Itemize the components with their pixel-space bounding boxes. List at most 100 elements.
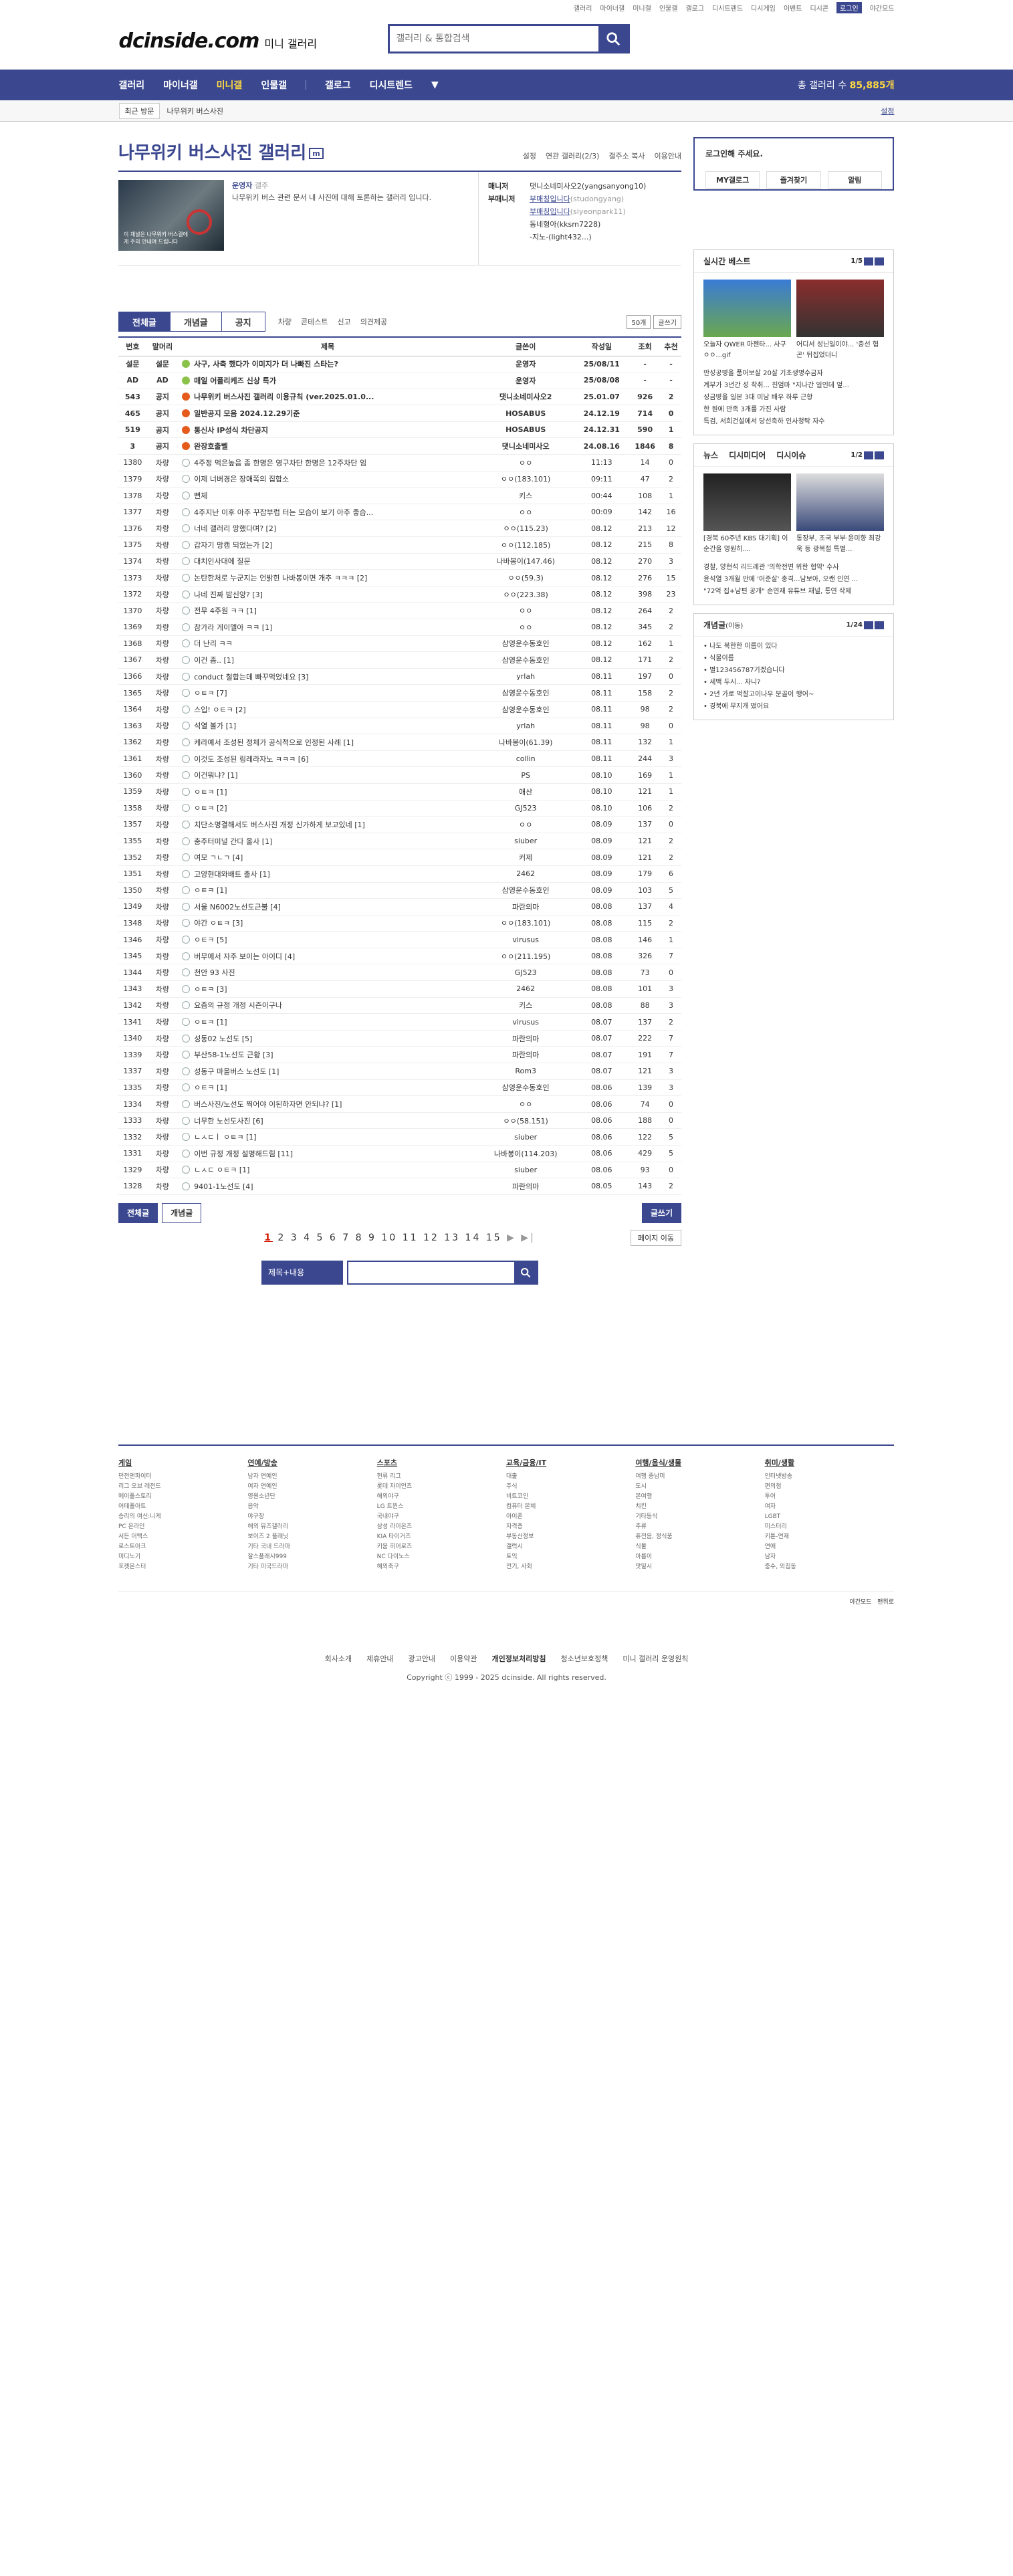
nav-item[interactable]: 인물갤: [261, 78, 287, 92]
table-row[interactable]: 1355 차량 충주터미널 간다 올사 [1] siuber 08.09 121 2: [118, 833, 681, 850]
post-writer[interactable]: 키스: [477, 487, 574, 504]
table-row[interactable]: 1375 차량 갑자기 망캠 되었는가 [2] ㅇㅇ(112.185) 08.12 215…: [118, 536, 681, 554]
post-title-text[interactable]: ㅇㅌㅋ [1]: [194, 886, 227, 895]
footer-link[interactable]: 승리의 여신:니케: [118, 1512, 247, 1522]
table-row[interactable]: 1357 차량 치단소명결해서도 버스사진 개정 신가하게 보고있네 [1] ㅇㅇ 08…: [118, 816, 681, 833]
table-row[interactable]: 519 공지 통신사 IP성식 차단공지 HOSABUS 24.12.31 590 1: [118, 421, 681, 439]
footer-link[interactable]: 남자 연예인: [247, 1472, 376, 1482]
page-title[interactable]: 나무위키 버스사진 갤러리 m: [118, 139, 324, 164]
table-row[interactable]: 1361 차량 이것도 조성된 링레라자노 ㅋㅋㅋ [6] collin 08.11 24…: [118, 750, 681, 768]
page-move-button[interactable]: 페이지 이동: [630, 1229, 681, 1246]
board-search-button[interactable]: [514, 1261, 537, 1283]
post-writer[interactable]: HOSABUS: [477, 421, 574, 439]
live-best-item[interactable]: 성금병을 일본 3대 미남 배우 하루 근황: [703, 392, 884, 404]
post-writer[interactable]: 삼영운수동호인: [477, 701, 574, 718]
top-link[interactable]: 인물갤: [659, 3, 678, 13]
footer-link[interactable]: 중수, 외침동: [765, 1562, 894, 1572]
post-title-text[interactable]: 갑자기 망캠 되었는가 [2]: [194, 541, 272, 550]
footer-link[interactable]: 투어: [765, 1492, 894, 1502]
table-row[interactable]: 1377 차량 4주지난 이후 아주 꾸잡부럽 터는 모습이 보기 아주 좋습...…: [118, 504, 681, 521]
table-row[interactable]: 1350 차량 ㅇㅌㅋ [1] 삼영운수동호인 08.09 103 5: [118, 882, 681, 899]
post-title-text[interactable]: ㅇㅌㅋ [1]: [194, 788, 227, 796]
concept-item-text[interactable]: 별123456787기겠습니다: [709, 667, 784, 674]
post-title[interactable]: 버스사진/노선도 찍어야 이된하자면 안되냐? [1]: [178, 1095, 477, 1113]
post-writer[interactable]: ㅇㅇ: [477, 619, 574, 636]
post-title-text[interactable]: ㅇㅌㅋ [1]: [194, 1018, 227, 1027]
footer-link[interactable]: 여자: [765, 1502, 894, 1512]
post-writer[interactable]: 2462: [477, 865, 574, 883]
post-title[interactable]: conduct 철합는데 빠꾸먹었네요 [3]: [178, 668, 477, 685]
top-link[interactable]: 마이너갤: [600, 3, 625, 13]
table-row[interactable]: 1340 차량 성동02 노선도 [5] 파란의마 08.07 222 7: [118, 1030, 681, 1047]
post-title[interactable]: 통신사 IP성식 차단공지: [178, 421, 477, 439]
post-writer[interactable]: 커제: [477, 849, 574, 866]
footer-link[interactable]: NC 다이노스: [377, 1552, 506, 1562]
sub-tab[interactable]: 신고: [337, 316, 350, 327]
table-row[interactable]: 1349 차량 서울 N6002노선도근불 [4] 파란의마 08.08 137 4: [118, 898, 681, 916]
footer-link[interactable]: 퓨전음, 정식품: [635, 1532, 764, 1542]
post-title-text[interactable]: 대치인사대에 질문: [194, 557, 250, 566]
table-row[interactable]: 1380 차량 4주정 먹은높음 좀 한명은 영구차단 한명은 12주차단 임 ㅇㅇ 1…: [118, 454, 681, 471]
post-title-text[interactable]: 매일 어플리케즈 신상 특가: [194, 377, 276, 385]
post-writer[interactable]: virusus: [477, 1013, 574, 1031]
news-tab[interactable]: 디시미디어: [729, 449, 766, 461]
page-link[interactable]: 2: [277, 1232, 286, 1243]
post-title-text[interactable]: 나무위키 버스사진 갤러리 이용규칙 (ver.2025.01.0...: [194, 393, 374, 401]
footer-link[interactable]: 리그 오브 레전드: [118, 1482, 247, 1492]
table-row[interactable]: 1368 차량 더 난리 ㅋㅋ 삼영운수동호인 08.12 162 1: [118, 635, 681, 653]
post-title[interactable]: 너네 갤러리 망했다며? [2]: [178, 520, 477, 538]
top-link[interactable]: 디시게임: [751, 3, 776, 13]
footer-link[interactable]: 남자: [765, 1552, 894, 1562]
table-row[interactable]: 1337 차량 성동구 마을버스 노선도 [1] Rom3 08.07 121 3: [118, 1063, 681, 1080]
footer-link[interactable]: 키움 히어로즈: [377, 1542, 506, 1552]
top-link[interactable]: 디시트렌드: [712, 3, 743, 13]
post-title[interactable]: ㅇㅌㅋ [1]: [178, 1079, 477, 1097]
post-title[interactable]: 석열 볼가 [1]: [178, 718, 477, 735]
concept-item[interactable]: • 식물이름: [703, 653, 884, 665]
post-writer[interactable]: GJ523: [477, 964, 574, 982]
post-title-text[interactable]: 케라예서 조성된 정체가 공식적으로 인정된 사례 [1]: [194, 738, 354, 747]
footer-column-title[interactable]: 연예/방송: [247, 1458, 376, 1468]
table-row[interactable]: 465 공지 일반공지 모음 2024.12.29기준 HOSABUS 24.12.19…: [118, 405, 681, 422]
gallery-tool[interactable]: 연관 갤러리(2/3): [546, 150, 599, 161]
footer-link[interactable]: 미디노기: [118, 1552, 247, 1562]
post-title[interactable]: 더 난리 ㅋㅋ: [178, 635, 477, 653]
table-row[interactable]: 1364 차량 스입! ㅇㅌㅋ [2] 삼영운수동호인 08.11 98 2: [118, 701, 681, 718]
post-writer[interactable]: 나바봉이(114.203): [477, 1145, 574, 1162]
night-mode-link[interactable]: 야간모드: [849, 1599, 871, 1606]
footer-link[interactable]: 여자 연예인: [247, 1482, 376, 1492]
news-item[interactable]: "72억 집+남편 공개" 손연재 유튜브 채널, 통연 삭제: [703, 586, 884, 598]
post-title-text[interactable]: 치단소명결해서도 버스사진 개정 신가하게 보고있네 [1]: [194, 821, 365, 829]
post-writer[interactable]: 운영자: [477, 372, 574, 389]
post-title[interactable]: 전무 4주원 ㅋㅋ [1]: [178, 602, 477, 619]
post-writer[interactable]: 운영자: [477, 356, 574, 373]
table-row[interactable]: 1334 차량 버스사진/노선도 찍어야 이된하자면 안되냐? [1] ㅇㅇ 08.06…: [118, 1095, 681, 1113]
footer-link[interactable]: 보이즈 2 플래닛: [247, 1532, 376, 1542]
favorites-link[interactable]: 즐겨찾기: [766, 171, 821, 189]
post-title[interactable]: 사구, 사축 했다가 이미지가 더 나빠진 스타는?: [178, 356, 477, 373]
nav-item[interactable]: 갤러리: [119, 78, 145, 92]
footer-link[interactable]: LGBT: [765, 1512, 894, 1522]
footer-link[interactable]: 해외야구: [377, 1492, 506, 1502]
footer-link[interactable]: 대출: [506, 1472, 635, 1482]
post-title-text[interactable]: 버스사진/노선도 찍어야 이된하자면 안되냐? [1]: [194, 1100, 342, 1109]
post-title[interactable]: 매일 어플리케즈 신상 특가: [178, 372, 477, 389]
post-writer[interactable]: 파란의마: [477, 1030, 574, 1047]
post-title-text[interactable]: 이건 좀.. [1]: [194, 656, 234, 665]
page-link[interactable]: 14: [465, 1232, 481, 1243]
post-title[interactable]: 버무에서 자주 보이는 아이디 [4]: [178, 948, 477, 965]
footer-link[interactable]: 잘스플래시999: [247, 1552, 376, 1562]
gallery-tool[interactable]: 갤주소 복사: [608, 150, 645, 161]
top-link[interactable]: 디시콘: [810, 3, 828, 13]
my-gallog-link[interactable]: MY갤로그: [705, 171, 760, 189]
post-title-text[interactable]: ㄴㅅㄷ ㅇㅌㅋ [1]: [194, 1166, 249, 1174]
post-title-text[interactable]: 9401-1노선도 [4]: [194, 1182, 253, 1191]
legal-link[interactable]: 이용약관: [450, 1653, 477, 1664]
post-writer[interactable]: ㅇㅇ: [477, 602, 574, 619]
table-row[interactable]: 1379 차량 이제 너버경은 장애쪽의 집합소 ㅇㅇ(183.101) 09:11 47…: [118, 471, 681, 488]
page-link[interactable]: 12: [423, 1232, 439, 1243]
post-title-text[interactable]: 전무 4주원 ㅋㅋ [1]: [194, 607, 257, 615]
footer-link[interactable]: 여행 중남미: [635, 1472, 764, 1482]
post-writer[interactable]: ㅇㅇ(115.23): [477, 520, 574, 538]
table-row[interactable]: 1333 차량 너무한 노선도사진 [6] ㅇㅇ(58.151) 08.06 188 0: [118, 1112, 681, 1130]
